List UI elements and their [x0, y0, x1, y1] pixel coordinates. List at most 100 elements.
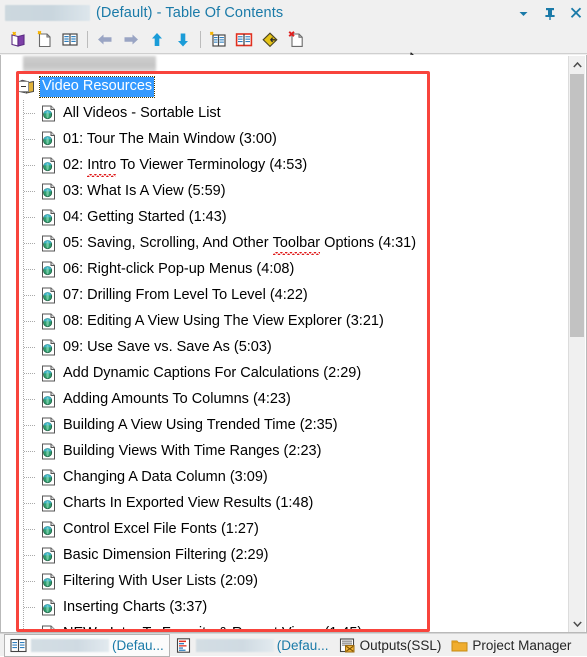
toc-tree-panel: Video Resources All Videos - Sortable Li…: [0, 55, 587, 633]
tree-item[interactable]: 04: Getting Started (1:43): [1, 204, 556, 230]
tree-item[interactable]: Filtering With User Lists (2:09): [1, 568, 556, 594]
link-icon[interactable]: [257, 28, 283, 52]
tree-guide-branch: [24, 139, 36, 140]
tree-guide-branch: [24, 607, 36, 608]
tree-guide-branch: [24, 373, 36, 374]
tree-guide-branch: [24, 503, 36, 504]
table-view-icon[interactable]: [57, 28, 83, 52]
taskbar-item-label: (Defau...: [112, 637, 164, 653]
tree-guide-branch: [24, 243, 36, 244]
scroll-up-arrow-icon[interactable]: [569, 56, 585, 73]
tree-item[interactable]: 01: Tour The Main Window (3:00): [1, 126, 556, 152]
chevron-down-icon[interactable]: [516, 4, 531, 22]
tree-guide-branch: [24, 399, 36, 400]
tree-item[interactable]: 03: What Is A View (5:59): [1, 178, 556, 204]
tree-guide-line: [23, 620, 24, 632]
tree-item[interactable]: All Videos - Sortable List: [1, 100, 556, 126]
tree-item-label: NEW - Intro To Favorite & Recent Views (…: [63, 625, 362, 633]
tree-item-label: Add Dynamic Captions For Calculations (2…: [63, 364, 362, 381]
collapse-toggle-icon[interactable]: [18, 81, 29, 92]
table-of-contents-window: (Default) - Table Of Contents Video Reso…: [0, 0, 587, 657]
tree-item-label: 04: Getting Started (1:43): [63, 208, 227, 225]
close-icon[interactable]: [568, 4, 583, 22]
video-page-icon: [41, 495, 57, 512]
tree-item[interactable]: Add Dynamic Captions For Calculations (2…: [1, 360, 556, 386]
arrow-up-icon[interactable]: [144, 28, 170, 52]
taskbar-items: (Defau... (Defau... Outputs(SSL) Project…: [4, 633, 576, 657]
tree-item[interactable]: 07: Drilling From Level To Level (4:22): [1, 282, 556, 308]
tree-item[interactable]: Inserting Charts (3:37): [1, 594, 556, 620]
video-page-icon: [41, 573, 57, 590]
tree-root-video-resources[interactable]: Video Resources: [1, 74, 556, 100]
tree-item[interactable]: 08: Editing A View Using The View Explor…: [1, 308, 556, 334]
video-page-icon: [41, 599, 57, 616]
tree-item[interactable]: Charts In Exported View Results (1:48): [1, 490, 556, 516]
tree-item[interactable]: Building Views With Time Ranges (2:23): [1, 438, 556, 464]
tree-item[interactable]: Control Excel File Fonts (1:27): [1, 516, 556, 542]
report-icon: [175, 637, 192, 653]
pin-icon[interactable]: [542, 4, 557, 22]
tree-guide-branch: [24, 191, 36, 192]
redacted-tree-header: [23, 56, 156, 72]
window-titlebar: (Default) - Table Of Contents: [0, 0, 587, 26]
tree-guide-branch: [24, 425, 36, 426]
scrollbar-thumb[interactable]: [570, 74, 584, 337]
tree-item[interactable]: 06: Right-click Pop-up Menus (4:08): [1, 256, 556, 282]
taskbar-table-of-contents[interactable]: (Defau...: [4, 633, 170, 657]
video-page-icon: [41, 157, 57, 174]
tree-item[interactable]: Changing A Data Column (3:09): [1, 464, 556, 490]
bottom-taskbar: (Defau... (Defau... Outputs(SSL) Project…: [0, 633, 587, 657]
taskbar-outputs-ssl[interactable]: Outputs(SSL): [334, 635, 447, 656]
scroll-down-arrow-icon[interactable]: [569, 615, 585, 632]
tree-root-label: Video Resources: [38, 76, 156, 98]
tree-item-label: 07: Drilling From Level To Level (4:22): [63, 286, 308, 303]
video-page-icon: [41, 547, 57, 564]
tree-item-label: Adding Amounts To Columns (4:23): [63, 390, 291, 407]
tree-item[interactable]: NEW - Intro To Favorite & Recent Views (…: [1, 620, 556, 633]
new-book-icon[interactable]: [5, 28, 31, 52]
tree-guide-branch: [24, 269, 36, 270]
window-toolbar: [0, 26, 587, 72]
new-topic-icon[interactable]: [205, 28, 231, 52]
video-page-icon: [41, 287, 57, 304]
open-book-icon[interactable]: [231, 28, 257, 52]
tree-item-label: Charts In Exported View Results (1:48): [63, 494, 314, 511]
video-page-icon: [41, 209, 57, 226]
toc-tree: Video Resources All Videos - Sortable Li…: [1, 74, 556, 633]
taskbar-item-label: Outputs(SSL): [359, 637, 442, 653]
arrow-down-icon[interactable]: [170, 28, 196, 52]
toolbar-separator-1: [87, 31, 88, 48]
tree-item-label: Building A View Using Trended Time (2:35…: [63, 416, 338, 433]
tree-item-label: 09: Use Save vs. Save As (5:03): [63, 338, 272, 355]
tree-item-label: Control Excel File Fonts (1:27): [63, 520, 259, 537]
tree-guide-branch: [24, 477, 36, 478]
tree-item[interactable]: 05: Saving, Scrolling, And Other Toolbar…: [1, 230, 556, 256]
tree-item[interactable]: Adding Amounts To Columns (4:23): [1, 386, 556, 412]
tree-item[interactable]: Building A View Using Trended Time (2:35…: [1, 412, 556, 438]
toolbar-separator-2: [200, 31, 201, 48]
video-page-icon: [41, 391, 57, 408]
delete-page-icon[interactable]: [283, 28, 309, 52]
tree-item[interactable]: 09: Use Save vs. Save As (5:03): [1, 334, 556, 360]
tree-item[interactable]: Basic Dimension Filtering (2:29): [1, 542, 556, 568]
arrow-left-icon[interactable]: [92, 28, 118, 52]
redacted-label: [195, 638, 274, 652]
video-page-icon: [41, 521, 57, 538]
vertical-scrollbar[interactable]: [568, 56, 585, 632]
video-page-icon: [41, 469, 57, 486]
video-page-icon: [41, 365, 57, 382]
arrow-right-icon[interactable]: [118, 28, 144, 52]
tree-item-label: Inserting Charts (3:37): [63, 598, 208, 615]
taskbar-report[interactable]: (Defau...: [170, 635, 334, 656]
tree-item-label: 02: Intro To Viewer Terminology (4:53): [63, 156, 308, 177]
video-page-icon: [41, 313, 57, 330]
new-page-icon[interactable]: [31, 28, 57, 52]
taskbar-item-label: (Defau...: [276, 637, 329, 653]
taskbar-project-manager[interactable]: Project Manager: [446, 635, 576, 656]
tree-item[interactable]: 02: Intro To Viewer Terminology (4:53): [1, 152, 556, 178]
tree-guide-branch: [24, 581, 36, 582]
tree-guide-branch: [24, 321, 36, 322]
video-page-icon: [41, 105, 57, 122]
spellcheck-underline: Toolbar: [272, 234, 321, 255]
tree-item-label: 01: Tour The Main Window (3:00): [63, 130, 277, 147]
